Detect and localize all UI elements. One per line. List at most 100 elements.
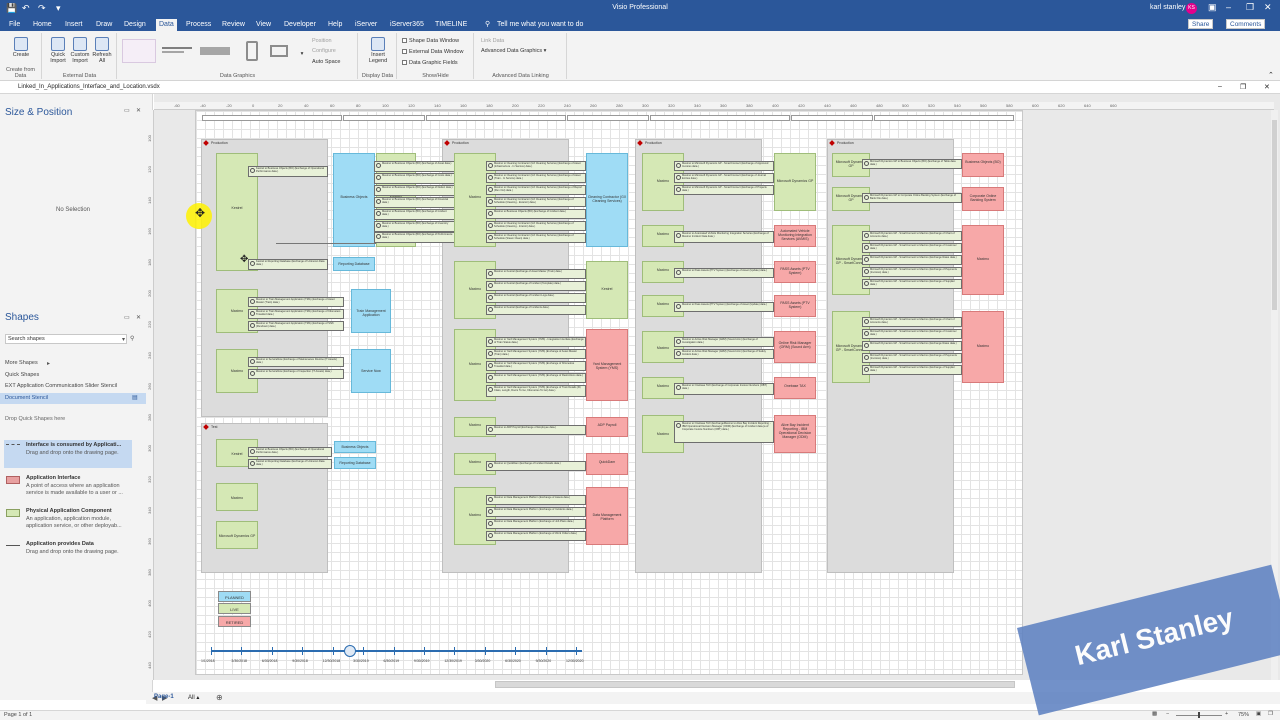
vertical-scroll-thumb[interactable] [1272,120,1277,310]
app-data-management[interactable]: Data Management Platform [586,487,628,545]
app-onebase-tax[interactable]: Onebase TAX [774,377,816,399]
master-interface-consumed[interactable]: Interface is consumed by Applicati... Dr… [4,440,132,468]
interface-item[interactable]: Kestrel to Reporting Database (Exchange … [248,259,328,270]
interface-item[interactable]: Kestrel to Business Objects (BO) (Exchan… [248,447,332,457]
data-graphic-style-5[interactable] [266,39,294,63]
refresh-all-button[interactable]: Refresh All [91,37,113,64]
interface-item[interactable]: Maximo to Data Management Platform (Exch… [486,531,586,541]
interface-item[interactable]: Microsoft Dynamics GP to Corporate Onlin… [862,193,962,203]
interface-item[interactable]: Maximo to Business Objects (BO) (Exchang… [374,173,456,184]
shapes-close-icon[interactable]: ✕ [136,314,141,321]
app-test-maximo[interactable]: Maximo [216,483,258,511]
interface-item[interactable]: Maximo to Data Management Platform (Exch… [486,519,586,529]
data-graphic-style-3[interactable] [198,39,232,63]
interface-item[interactable]: Microsoft Dynamics GP - SmartConnect to … [862,329,962,339]
interface-item[interactable]: Maximo to Train Management Application (… [248,309,344,319]
more-shapes[interactable]: More Shapes [5,360,38,366]
tab-data[interactable]: Data [156,19,177,31]
quick-shapes[interactable]: Quick Shapes [5,372,39,378]
master-physical-app-component[interactable]: Physical Application Component An applic… [4,508,132,536]
interface-item[interactable]: Microsoft Dynamics GP - SmartConnect to … [862,255,962,265]
collapse-ribbon-icon[interactable]: ⌃ [1268,71,1274,79]
interface-item[interactable]: Maximo to Yard Management System (YMS) (… [486,361,586,371]
timeline-bar[interactable] [212,650,582,652]
tab-help[interactable]: Help [325,20,345,30]
interface-item[interactable]: Maximo to Yard Management System (YMS) (… [486,385,586,397]
app-test-rdb[interactable]: Reporting Database [334,457,376,469]
tab-page-1[interactable]: Page-1 [154,694,174,700]
app-pass-assets-1[interactable]: PASS Assets (PTV System) [774,261,816,283]
shape-data-window-checkbox[interactable]: Shape Data Window [402,38,459,44]
app-yard-management[interactable]: Yard Management System (YMS) [586,329,628,401]
interface-item[interactable]: Maximo to Pass Assets (PTV System) (Exch… [674,268,774,278]
app-maximo-target-1[interactable]: Maximo [962,225,1004,295]
interface-item[interactable]: Maximo to Business Objects (BO) (Exchang… [374,221,456,232]
interface-item[interactable]: Maximo to Kestrel (Exchange of Incidents… [486,305,586,315]
interface-item[interactable]: Maximo to Cleaning Contractor (GX Cleani… [486,197,586,207]
interface-item[interactable]: Maximo to Onebase TAX (ExchangeMaximo to… [674,421,774,443]
data-graphic-style-2[interactable] [160,39,194,63]
tab-file[interactable]: File [6,20,23,30]
zoom-slider-thumb[interactable] [1198,712,1200,718]
interface-item[interactable]: Maximo to Train Management Application (… [248,297,344,307]
app-service-now[interactable]: Service Now [351,349,391,393]
interface-item[interactable]: Maximo to Business Objects (BO) (Exchang… [374,185,456,196]
avatar[interactable]: KS [1186,3,1197,14]
link-data-button[interactable]: Link Data [481,38,504,44]
tab-insert[interactable]: Insert [62,20,86,30]
app-quickdam[interactable]: QuickDam [586,453,628,475]
data-graphic-style-1[interactable] [122,39,156,63]
add-page-icon[interactable]: ⊕ [216,693,223,702]
interface-item[interactable]: Maximo to Business Objects (BO) (Exchang… [374,209,456,220]
interface-item[interactable]: Maximo to Kestrel (Exchange of Incident … [486,281,586,291]
interface-item[interactable]: Microsoft Dynamics GP - SmartConnect to … [862,341,962,351]
interface-item[interactable]: Maximo to Yard Management System (YMS) (… [486,349,586,359]
app-adp-payroll[interactable]: ADP Payroll [586,417,628,437]
restore-icon[interactable]: ❐ [1246,2,1254,13]
legend-planned[interactable]: PLANNED [218,591,251,602]
stencil-ext-app-communication[interactable]: EXT Application Communication Slider Ste… [5,383,117,389]
interface-item[interactable]: Maximo to Microsoft Dynamics GP - SmartC… [674,185,774,195]
quick-import-button[interactable]: Quick Import [47,37,69,64]
user-name[interactable]: karl stanley [1150,4,1185,11]
interface-item[interactable]: Maximo to Business Objects (BO) (Exchang… [374,197,456,208]
tell-me-box[interactable]: Tell me what you want to do [494,20,586,30]
interface-item[interactable]: Microsoft Dynamics GP - SmartConnect to … [862,243,962,253]
app-cleaning-contractor[interactable]: Cleaning Contractor (GX Cleaning Service… [586,153,628,247]
zoom-level[interactable]: 75% [1238,712,1249,718]
configure-button[interactable]: Configure [312,48,336,54]
tab-home[interactable]: Home [30,20,55,30]
position-button[interactable]: Position [312,38,332,44]
interface-item[interactable]: Maximo to QuickDam (Exchange of Incident… [486,461,586,471]
horizontal-scrollbar[interactable] [495,681,1015,688]
master-application-provides-data[interactable]: Application provides Data Drag and drop … [4,541,132,561]
doc-restore-icon[interactable]: ❐ [1240,83,1246,91]
interface-item[interactable]: Maximo to Business Objects (BO) (Exchang… [374,232,456,243]
zoom-in-icon[interactable]: + [1225,711,1228,717]
switch-windows-icon[interactable]: ❐ [1268,711,1273,717]
share-button[interactable]: Share [1188,19,1214,29]
drawing-page[interactable]: Production Test Production Production Pr… [195,110,1023,675]
tab-view[interactable]: View [253,20,274,30]
data-graphics-more-icon[interactable]: ▾ [298,51,306,57]
comments-button[interactable]: Comments [1226,19,1266,29]
interface-item[interactable]: Maximo to Yard Management System (YMS) (… [486,373,586,383]
interface-item[interactable]: Microsoft Dynamics GP - SmartConnect to … [862,279,962,289]
size-position-menu-icon[interactable]: ▭ [124,107,130,114]
ribbon-display-icon[interactable]: ▣ [1208,2,1217,13]
tab-design[interactable]: Design [121,20,149,30]
data-graphic-fields-checkbox[interactable]: Data Graphic Fields [402,60,458,66]
external-data-window-checkbox[interactable]: External Data Window [402,49,463,55]
interface-item[interactable]: Microsoft Dynamics GP to Business Object… [862,159,962,169]
interface-item[interactable]: Maximo to Data Management Platform (Exch… [486,507,586,517]
interface-item[interactable]: Maximo to Business Objects (BO) (Exchang… [486,209,586,219]
legend-live[interactable]: LIVE [218,603,251,614]
interface-item[interactable]: Maximo to Train Management Application (… [248,321,344,331]
stencil-document[interactable]: Document Stencil [5,395,48,401]
interface-item[interactable]: Maximo to ADP Payroll (Exchange of Emplo… [486,425,586,435]
tab-draw[interactable]: Draw [93,20,115,30]
doc-minimize-icon[interactable]: – [1218,83,1222,90]
app-business-objects[interactable]: Business Objects [333,153,375,247]
interface-item[interactable]: Maximo to Microsoft Dynamics GP - SmartC… [674,173,774,183]
interface-item[interactable]: Maximo to Onebase TAX (Exchange of Corpo… [674,383,774,395]
